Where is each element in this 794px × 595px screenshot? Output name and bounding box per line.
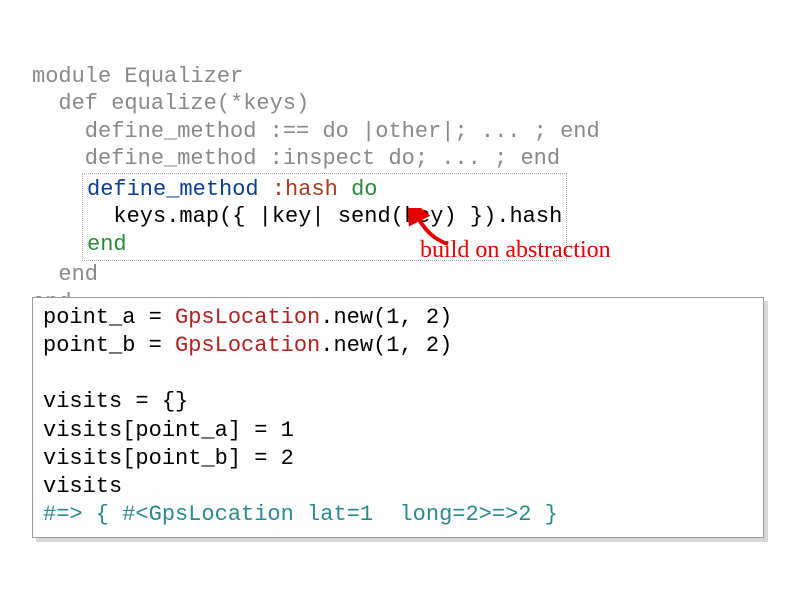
code-line: def equalize(*keys) — [32, 91, 309, 116]
code-line: module Equalizer — [32, 64, 243, 89]
code-line: visits[point_b] = 2 — [43, 446, 294, 471]
code-token — [338, 177, 351, 202]
code-token: define_method — [87, 177, 272, 202]
code-line: define_method :== do |other|; ... ; end — [32, 119, 600, 144]
code-token: :hash — [272, 177, 338, 202]
code-line: end — [32, 262, 98, 287]
code-token: do — [351, 177, 377, 202]
code-token: .new(1, 2) — [320, 305, 452, 330]
annotation-text: build on abstraction — [420, 235, 611, 265]
code-token: GpsLocation — [175, 305, 320, 330]
code-token: point_b = — [43, 333, 175, 358]
snippet-code-box: point_a = GpsLocation.new(1, 2) point_b … — [32, 297, 764, 538]
code-token: GpsLocation — [175, 333, 320, 358]
code-line: visits — [43, 474, 122, 499]
outer-code-block: module Equalizer def equalize(*keys) def… — [32, 35, 762, 316]
code-token: end — [87, 232, 127, 257]
code-line: keys.map({ |key| send(key) }).hash — [87, 204, 562, 229]
code-line: define_method :inspect do; ... ; end — [32, 146, 560, 171]
code-line: #=> { #<GpsLocation lat=1 long=2>=>2 } — [43, 502, 558, 527]
code-line: visits = {} — [43, 389, 188, 414]
code-token: .new(1, 2) — [320, 333, 452, 358]
code-token: point_a = — [43, 305, 175, 330]
code-line: visits[point_a] = 1 — [43, 418, 294, 443]
